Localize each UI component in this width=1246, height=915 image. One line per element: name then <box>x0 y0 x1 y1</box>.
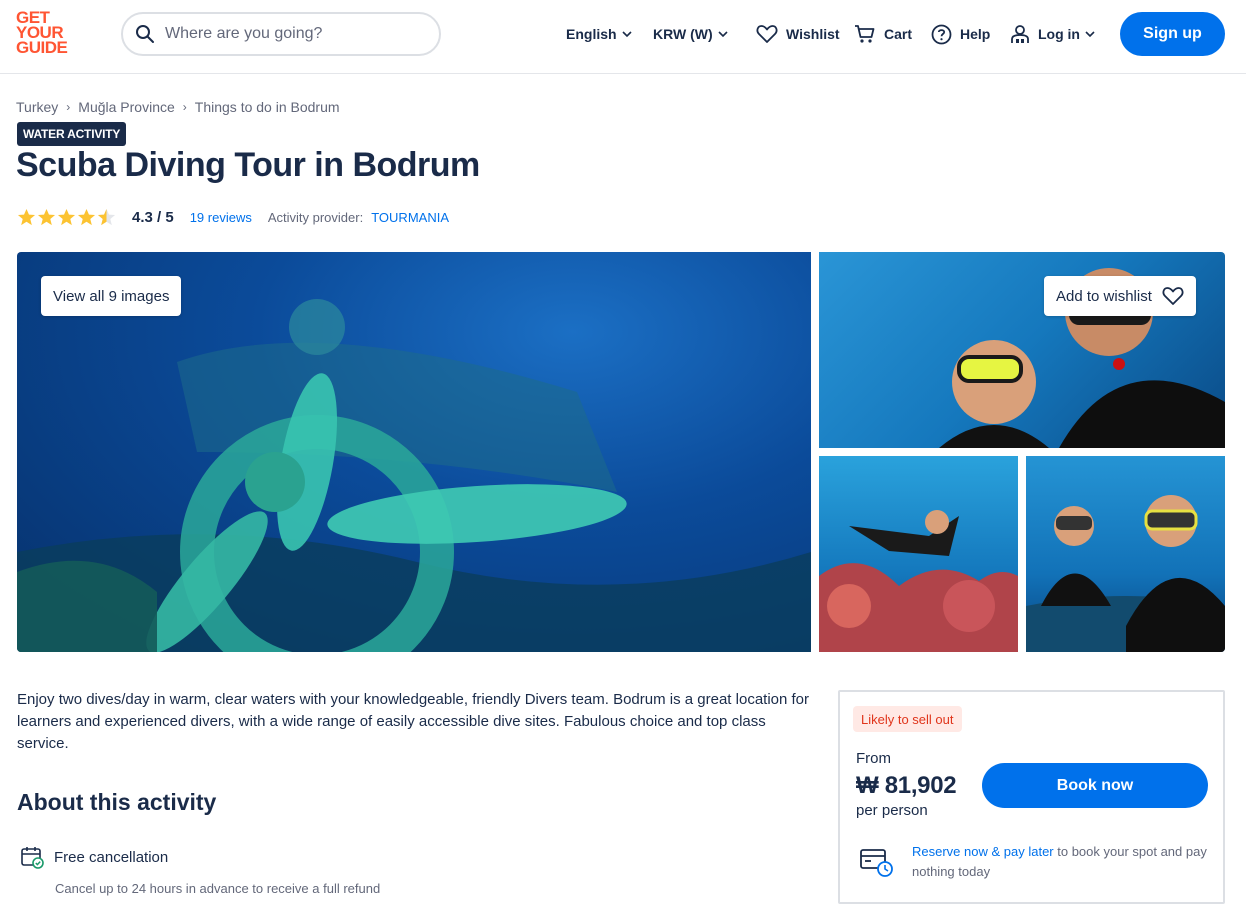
login-label: Log in <box>1038 26 1080 42</box>
wishlist-label: Wishlist <box>786 26 840 42</box>
getyourguide-logo[interactable]: GET YOUR GUIDE <box>16 9 76 60</box>
site-header: GET YOUR GUIDE English KRW (W) Wishlist … <box>0 0 1246 74</box>
star-icon <box>17 208 36 225</box>
reviews-link[interactable]: 19 reviews <box>190 210 252 225</box>
search-bar[interactable] <box>121 12 441 56</box>
login-menu[interactable]: Log in <box>1010 22 1096 46</box>
breadcrumb-item-mugla[interactable]: Muğla Province <box>78 99 175 115</box>
feature-subtitle: Cancel up to 24 hours in advance to rece… <box>55 881 381 896</box>
user-icon <box>1011 25 1029 43</box>
cart-link[interactable]: Cart <box>854 22 912 46</box>
price-from-label: From <box>856 750 891 767</box>
view-all-images-button[interactable]: View all 9 images <box>41 276 182 316</box>
book-now-button[interactable]: Book now <box>982 763 1208 808</box>
language-label: English <box>566 26 617 42</box>
provider-link[interactable]: TOURMANIA <box>371 210 449 225</box>
rating-row: 4.3 / 5 19 reviews Activity provider: TO… <box>17 206 449 228</box>
add-to-wishlist-button[interactable]: Add to wishlist <box>1044 276 1196 316</box>
help-icon <box>931 24 952 44</box>
star-rating <box>17 208 116 227</box>
wishlist-link[interactable]: Wishlist <box>756 22 840 46</box>
add-to-wishlist-label: Add to wishlist <box>1056 287 1152 305</box>
provider-label: Activity provider: <box>267 209 364 225</box>
breadcrumb-item-turkey[interactable]: Turkey <box>16 99 58 115</box>
chevron-down-icon <box>621 31 632 38</box>
rating-value: 4.3 / 5 <box>132 208 174 226</box>
star-icon <box>37 208 56 225</box>
likely-to-sell-out-badge: Likely to sell out <box>853 706 962 732</box>
breadcrumb-item-bodrum[interactable]: Things to do in Bodrum <box>195 99 340 115</box>
calendar-check-icon <box>21 847 44 869</box>
feature-title: Free cancellation <box>54 848 169 866</box>
page-title: Scuba Diving Tour in Bodrum <box>16 146 480 184</box>
signup-button[interactable]: Sign up <box>1120 12 1225 56</box>
about-section-title: About this activity <box>17 789 217 815</box>
currency-label: KRW (W) <box>653 26 713 42</box>
heart-icon <box>756 25 778 43</box>
help-link[interactable]: Help <box>931 22 990 46</box>
photo-diver-over-coral[interactable] <box>819 456 1018 652</box>
feature-free-cancellation: Free cancellation <box>20 845 168 869</box>
booking-card: Likely to sell out From ₩ 81,902 per per… <box>838 690 1225 904</box>
price-per-label: per person <box>856 802 928 819</box>
breadcrumb-separator: › <box>66 100 71 114</box>
reserve-pay-later-icon <box>860 849 893 877</box>
half-star-icon <box>97 208 116 225</box>
help-label: Help <box>960 26 991 42</box>
activity-description: Enjoy two dives/day in warm, clear water… <box>17 691 810 752</box>
breadcrumb-separator: › <box>182 100 187 114</box>
logo-line-3: GUIDE <box>16 38 68 57</box>
cart-label: Cart <box>884 26 913 42</box>
photo-two-divers[interactable] <box>1026 456 1225 652</box>
search-icon <box>136 25 154 43</box>
star-icon <box>57 208 76 225</box>
category-badge: WATER ACTIVITY <box>17 122 127 146</box>
price-value: ₩ 81,902 <box>856 772 957 799</box>
breadcrumb: Turkey › Muğla Province › Things to do i… <box>16 99 340 115</box>
currency-selector[interactable]: KRW (W) <box>653 22 729 46</box>
star-icon <box>77 208 96 225</box>
chevron-down-icon <box>718 31 728 38</box>
heart-icon <box>1162 287 1184 305</box>
language-selector[interactable]: English <box>566 22 633 46</box>
reserve-pay-later-link[interactable]: Reserve now & pay later <box>912 844 1054 859</box>
reserve-pay-later-text: Reserve now & pay later to book your spo… <box>912 842 1212 882</box>
search-input[interactable] <box>165 25 425 43</box>
chevron-down-icon <box>1085 31 1095 38</box>
cart-icon <box>855 25 875 43</box>
